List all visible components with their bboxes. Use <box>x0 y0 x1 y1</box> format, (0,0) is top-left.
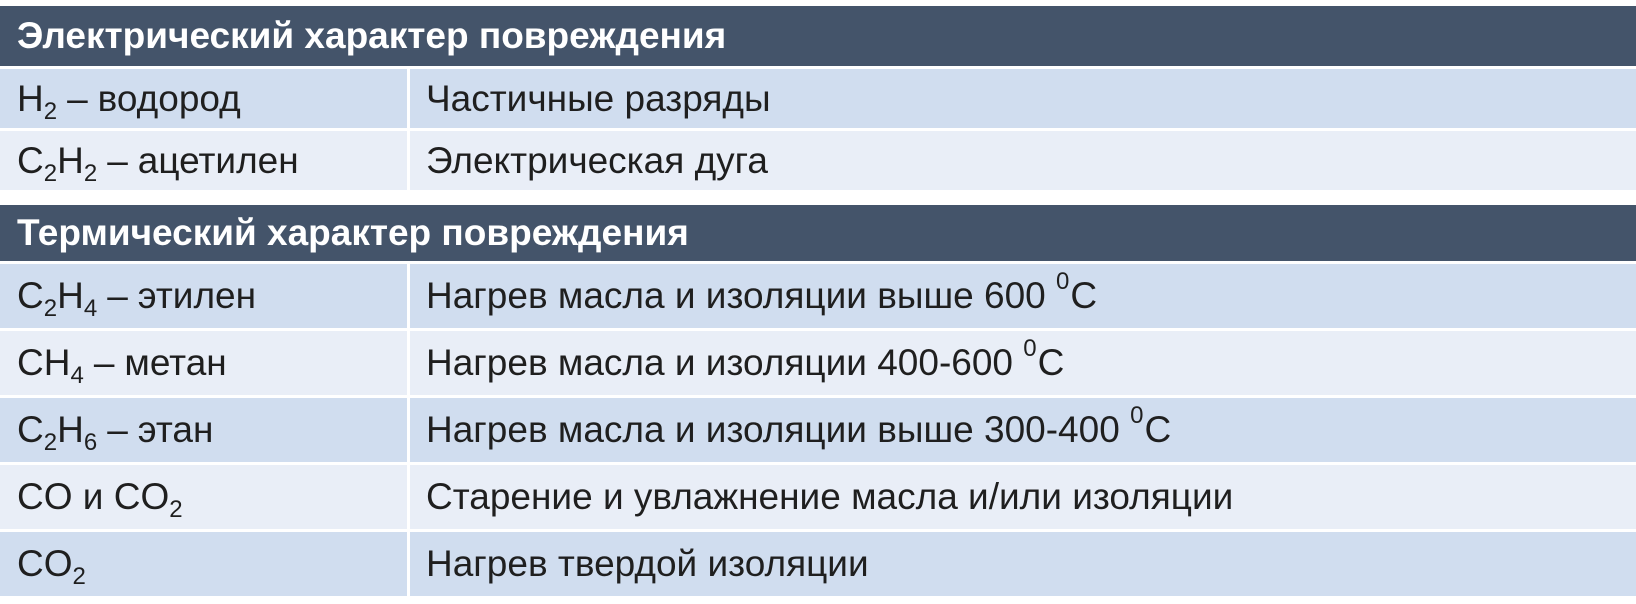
separator: – <box>67 77 88 119</box>
gas-formula: C2H2 <box>17 139 98 187</box>
gas-name: водород <box>97 77 241 119</box>
gas-formula: H2 <box>17 77 58 125</box>
table-row-methane: CH 4 – метан Нагрев масла и изоляции 400-… <box>0 328 1636 395</box>
table-row-acetylene: C2H2 – ацетилен Электрическая дуга <box>0 128 1636 190</box>
gas-name: этан <box>137 409 214 450</box>
separator: – <box>93 342 115 383</box>
gas-cell: C2H2 – ацетилен <box>0 131 410 190</box>
table-row-ethane: C2H6 – этан Нагрев масла и изоляции выше… <box>0 395 1636 462</box>
electrical-faults-header: Электрический характер повреждения <box>0 6 1636 66</box>
gas-cell: CO и CO 2 <box>0 465 410 529</box>
gas-formula: CO и CO 2 <box>17 476 183 523</box>
thermal-faults-table: Термический характер повреждения C2H4 – … <box>0 205 1636 596</box>
thermal-faults-header: Термический характер повреждения <box>0 205 1636 261</box>
table-row-co-co2: CO и CO 2 Старение и увлажнение масла и/и… <box>0 462 1636 529</box>
gas-cell: C2H4 – этилен <box>0 264 410 328</box>
gas-formula: C2H6 <box>17 409 98 456</box>
gas-formula: CO 2 <box>17 543 86 590</box>
description-cell: Нагрев масла и изоляции выше 600 0C <box>426 268 1098 317</box>
description-cell: Старение и увлажнение масла и/или изоляц… <box>426 476 1234 517</box>
gas-name: ацетилен <box>137 139 299 181</box>
table-row-hydrogen: H2 – водород Частичные разряды <box>0 66 1636 128</box>
description-cell: Нагрев твердой изоляции <box>426 543 869 584</box>
gas-cell: H2 – водород <box>0 69 410 128</box>
table-row-co2: CO 2 Нагрев твердой изоляции <box>0 529 1636 596</box>
gas-cell: CH 4 – метан <box>0 331 410 395</box>
table-row-ethylene: C2H4 – этилен Нагрев масла и изоляции вы… <box>0 261 1636 328</box>
gas-name: этилен <box>137 275 257 316</box>
gas-cell: CO 2 <box>0 532 410 596</box>
gas-formula: CH 4 <box>17 342 84 389</box>
description-cell: Электрическая дуга <box>426 139 768 181</box>
separator: – <box>107 139 128 181</box>
electrical-faults-table: Электрический характер повреждения H2 – … <box>0 6 1636 190</box>
separator: – <box>107 275 128 316</box>
gas-name: метан <box>124 342 227 383</box>
description-cell: Частичные разряды <box>426 77 771 119</box>
description-cell: Нагрев масла и изоляции 400-600 0C <box>426 335 1065 384</box>
separator: – <box>107 409 128 450</box>
description-cell: Нагрев масла и изоляции выше 300-400 0C <box>426 402 1172 451</box>
gas-formula: C2H4 <box>17 275 98 322</box>
gas-cell: C2H6 – этан <box>0 398 410 462</box>
